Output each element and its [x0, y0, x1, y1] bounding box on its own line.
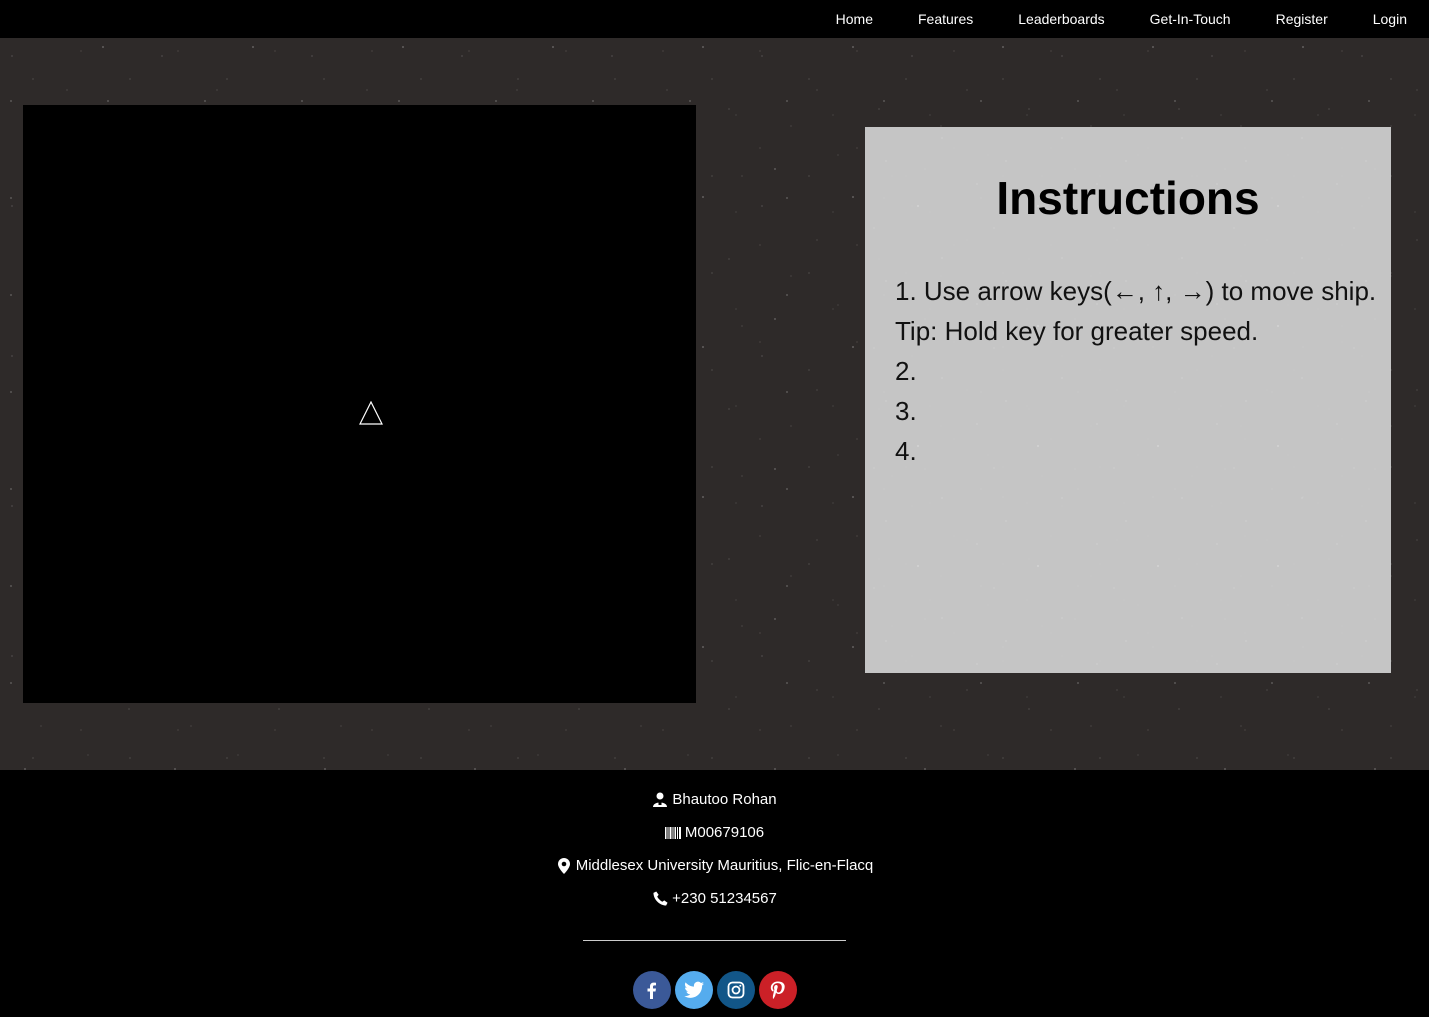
footer-phone-row: +230 51234567: [0, 882, 1429, 915]
instructions-title: Instructions: [996, 172, 1260, 224]
social-links: [0, 971, 1429, 1009]
nav-leaderboards-link[interactable]: Leaderboards: [1018, 0, 1104, 38]
footer-name-row: Bhautoo Rohan: [0, 783, 1429, 816]
nav-register-link[interactable]: Register: [1276, 0, 1328, 38]
instruction-line-4: 4.: [895, 436, 917, 466]
phone-icon: [652, 891, 668, 907]
instagram-button[interactable]: [716, 971, 755, 1009]
twitter-icon: [683, 981, 704, 998]
footer-divider: [583, 940, 846, 941]
facebook-icon: [647, 982, 656, 999]
footer-id-row: M00679106: [0, 816, 1429, 849]
footer-location-row: Middlesex University Mauritius, Flic-en-…: [0, 849, 1429, 882]
instruction-line-2: 2.: [895, 356, 917, 386]
nav-features-link[interactable]: Features: [918, 0, 973, 38]
game-canvas[interactable]: [23, 105, 696, 703]
nav-login-link[interactable]: Login: [1373, 0, 1407, 38]
pinterest-icon: [770, 981, 785, 999]
instagram-icon: [727, 981, 744, 999]
location-text: Middlesex University Mauritius, Flic-en-…: [575, 857, 874, 874]
triangle-ship-icon: [359, 401, 383, 425]
map-marker-icon: [556, 857, 572, 874]
instruction-line-3: 3.: [895, 396, 917, 426]
instruction-line-1: 1. Use arrow keys(←, ↑, →) to move ship.: [895, 276, 1377, 306]
twitter-button[interactable]: [674, 971, 713, 1009]
nav-get-in-touch-link[interactable]: Get-In-Touch: [1150, 0, 1231, 38]
student-id: M00679106: [684, 824, 765, 841]
instruction-tip: Tip: Hold key for greater speed.: [895, 316, 1259, 346]
nav-home-link[interactable]: Home: [836, 0, 873, 38]
user-icon: [652, 792, 668, 808]
top-navbar: Home Features Leaderboards Get-In-Touch …: [0, 0, 1429, 38]
barcode-icon: [664, 825, 681, 841]
phone-number: +230 51234567: [672, 890, 777, 907]
instructions-panel: Instructions 1. Use arrow keys(←, ↑, →) …: [865, 127, 1391, 673]
pinterest-button[interactable]: [758, 971, 797, 1009]
facebook-button[interactable]: [632, 971, 671, 1009]
footer: Bhautoo Rohan M00679106 Middlesex Univer…: [0, 770, 1429, 1017]
author-name: Bhautoo Rohan: [672, 791, 777, 808]
